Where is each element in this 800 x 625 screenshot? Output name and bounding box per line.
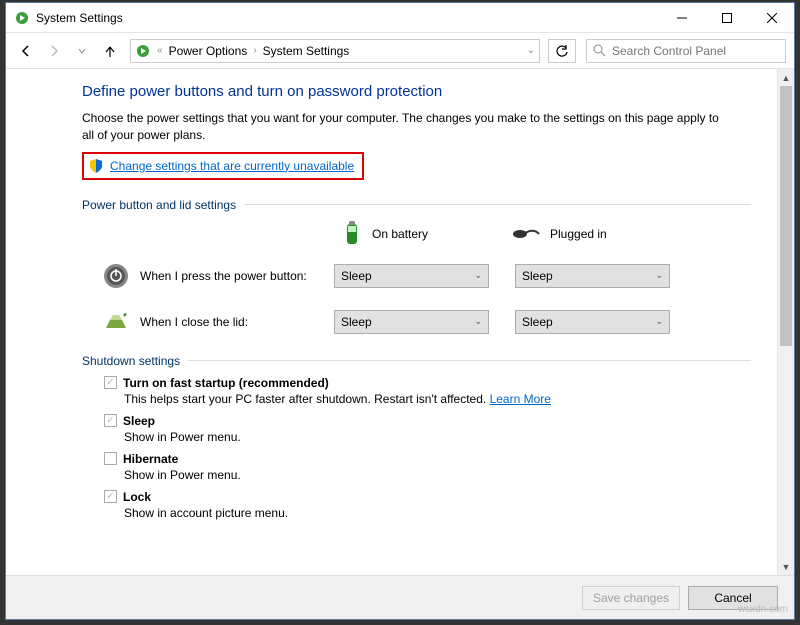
- lid-battery-select[interactable]: Sleep⌄: [334, 310, 489, 334]
- watermark: wsxdn.com: [738, 604, 788, 615]
- option-label: When I press the power button:: [140, 269, 307, 283]
- chevron-down-icon[interactable]: ⌄: [527, 45, 535, 56]
- scroll-down-icon[interactable]: ▼: [778, 558, 794, 575]
- refresh-button[interactable]: [548, 39, 576, 63]
- change-settings-row: Change settings that are currently unava…: [32, 152, 751, 180]
- power-plugged-select[interactable]: Sleep⌄: [515, 264, 670, 288]
- up-button[interactable]: [98, 39, 122, 63]
- recent-dropdown-icon[interactable]: [70, 39, 94, 63]
- save-changes-button[interactable]: Save changes: [582, 586, 680, 610]
- content-body: Define power buttons and turn on passwor…: [6, 69, 794, 575]
- breadcrumb-item[interactable]: Power Options: [169, 44, 248, 58]
- highlight-box: Change settings that are currently unava…: [82, 152, 364, 180]
- maximize-button[interactable]: [704, 3, 749, 32]
- breadcrumb-sep-icon: «: [157, 45, 163, 56]
- breadcrumb-item[interactable]: System Settings: [263, 44, 350, 58]
- shutdown-option: Turn on fast startup (recommended) This …: [32, 376, 751, 406]
- column-headers: On battery Plugged in: [32, 220, 751, 248]
- change-settings-link[interactable]: Change settings that are currently unava…: [110, 159, 354, 173]
- page-description: Choose the power settings that you want …: [32, 110, 751, 144]
- power-button-icon: [102, 262, 130, 290]
- address-bar[interactable]: « Power Options › System Settings ⌄: [130, 39, 540, 63]
- shield-icon: [88, 158, 104, 174]
- system-settings-window: System Settings « Power Options › System…: [5, 2, 795, 620]
- power-button-row: When I press the power button: Sleep⌄ Sl…: [32, 262, 751, 290]
- window-title: System Settings: [36, 11, 659, 25]
- power-section-header: Power button and lid settings: [32, 198, 751, 212]
- scroll-up-icon[interactable]: ▲: [778, 69, 794, 86]
- chevron-down-icon: ⌄: [655, 270, 663, 281]
- power-options-icon: [135, 43, 151, 59]
- plugged-in-header: Plugged in: [512, 225, 682, 243]
- learn-more-link[interactable]: Learn More: [490, 392, 551, 406]
- lid-plugged-select[interactable]: Sleep⌄: [515, 310, 670, 334]
- lid-close-row: When I close the lid: Sleep⌄ Sleep⌄: [32, 308, 751, 336]
- forward-button[interactable]: [42, 39, 66, 63]
- minimize-button[interactable]: [659, 3, 704, 32]
- footer-bar: Save changes Cancel: [6, 575, 794, 619]
- close-button[interactable]: [749, 3, 794, 32]
- titlebar: System Settings: [6, 3, 794, 33]
- power-battery-select[interactable]: Sleep⌄: [334, 264, 489, 288]
- battery-icon: [342, 220, 362, 248]
- lock-checkbox[interactable]: [104, 490, 117, 503]
- plug-icon: [512, 225, 540, 243]
- chevron-down-icon: ⌄: [474, 270, 482, 281]
- on-battery-header: On battery: [342, 220, 512, 248]
- search-icon: [593, 44, 606, 57]
- power-options-icon: [14, 10, 30, 26]
- search-input[interactable]: [612, 44, 779, 58]
- nav-bar: « Power Options › System Settings ⌄: [6, 33, 794, 69]
- scroll-thumb[interactable]: [780, 86, 792, 346]
- vertical-scrollbar[interactable]: ▲ ▼: [777, 69, 794, 575]
- option-label: When I close the lid:: [140, 315, 248, 329]
- fast-startup-checkbox[interactable]: [104, 376, 117, 389]
- page-heading: Define power buttons and turn on passwor…: [32, 83, 751, 100]
- scroll-track[interactable]: [778, 86, 794, 558]
- chevron-down-icon: ⌄: [474, 316, 482, 327]
- shutdown-option: Lock Show in account picture menu.: [32, 490, 751, 520]
- shutdown-section-header: Shutdown settings: [32, 354, 751, 368]
- sleep-checkbox[interactable]: [104, 414, 117, 427]
- hibernate-checkbox[interactable]: [104, 452, 117, 465]
- lid-close-icon: [102, 308, 130, 336]
- chevron-right-icon: ›: [253, 45, 256, 56]
- search-box[interactable]: [586, 39, 786, 63]
- back-button[interactable]: [14, 39, 38, 63]
- shutdown-option: Hibernate Show in Power menu.: [32, 452, 751, 482]
- content-pane: Define power buttons and turn on passwor…: [6, 69, 777, 575]
- shutdown-option: Sleep Show in Power menu.: [32, 414, 751, 444]
- chevron-down-icon: ⌄: [655, 316, 663, 327]
